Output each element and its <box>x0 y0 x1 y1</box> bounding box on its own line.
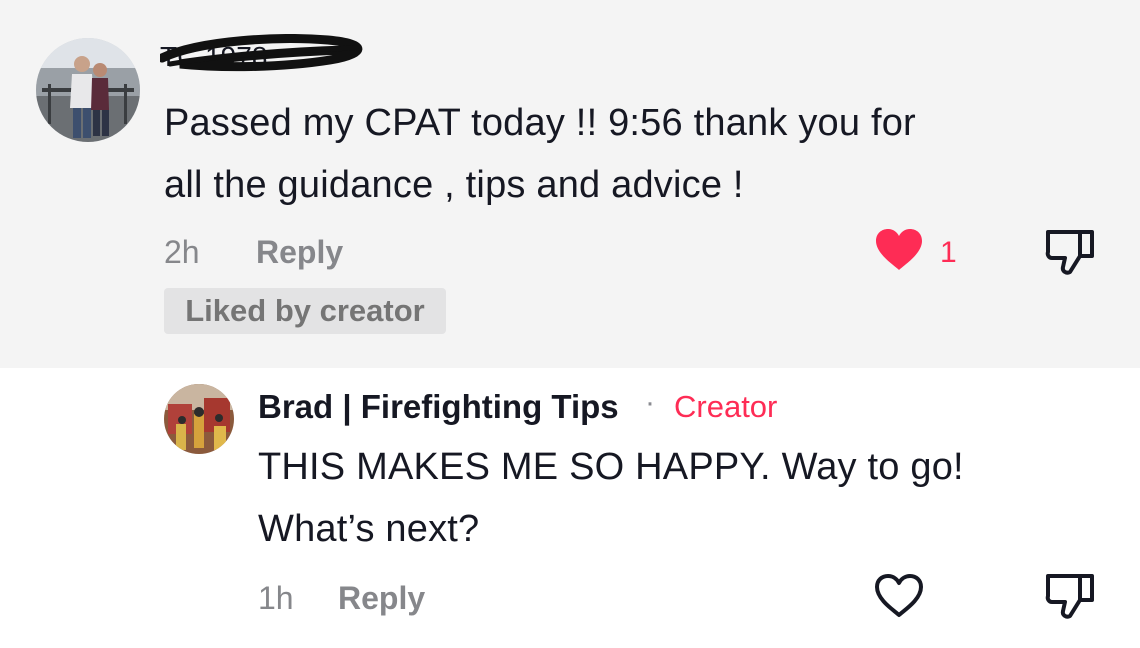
like-button[interactable]: 1 <box>874 228 957 277</box>
like-button[interactable] <box>874 574 924 623</box>
username-redacted[interactable]: TC 1978 <box>160 34 370 76</box>
reply-author-name[interactable]: Brad | Firefighting Tips <box>258 388 619 426</box>
reply-timestamp: 1h <box>258 580 294 616</box>
liked-by-creator-badge: Liked by creator <box>164 288 446 334</box>
creator-tag: Creator <box>674 389 778 424</box>
comment-timestamp: 2h <box>164 234 200 270</box>
comment-item: TC 1978 Passed my CPAT today !! 9:56 tha… <box>0 0 1140 368</box>
comment-text-line: all the guidance , tips and advice ! <box>164 164 744 206</box>
reply-text-line: THIS MAKES ME SO HAPPY. Way to go! <box>258 446 964 488</box>
heart-icon <box>874 228 924 277</box>
thumbs-down-icon <box>1044 574 1096 624</box>
reply-button[interactable]: Reply <box>256 234 343 271</box>
dislike-button[interactable] <box>1044 572 1096 625</box>
thumbs-down-icon <box>1044 230 1096 280</box>
dislike-button[interactable] <box>1044 228 1096 281</box>
comment-text: Passed my CPAT today !! 9:56 thank you f… <box>164 92 916 216</box>
reply-text: THIS MAKES ME SO HAPPY. Way to go! What’… <box>258 436 964 560</box>
reply-item: Brad | Firefighting Tips · Creator THIS … <box>0 368 1140 648</box>
heart-outline-icon <box>874 574 924 623</box>
commenter-avatar[interactable] <box>36 38 140 142</box>
like-count: 1 <box>940 235 957 269</box>
comment-text-line: Passed my CPAT today !! 9:56 thank you f… <box>164 102 916 144</box>
reply-button[interactable]: Reply <box>338 580 425 617</box>
reply-text-line: What’s next? <box>258 508 480 550</box>
creator-avatar[interactable] <box>164 384 234 454</box>
separator-dot: · <box>645 386 655 419</box>
